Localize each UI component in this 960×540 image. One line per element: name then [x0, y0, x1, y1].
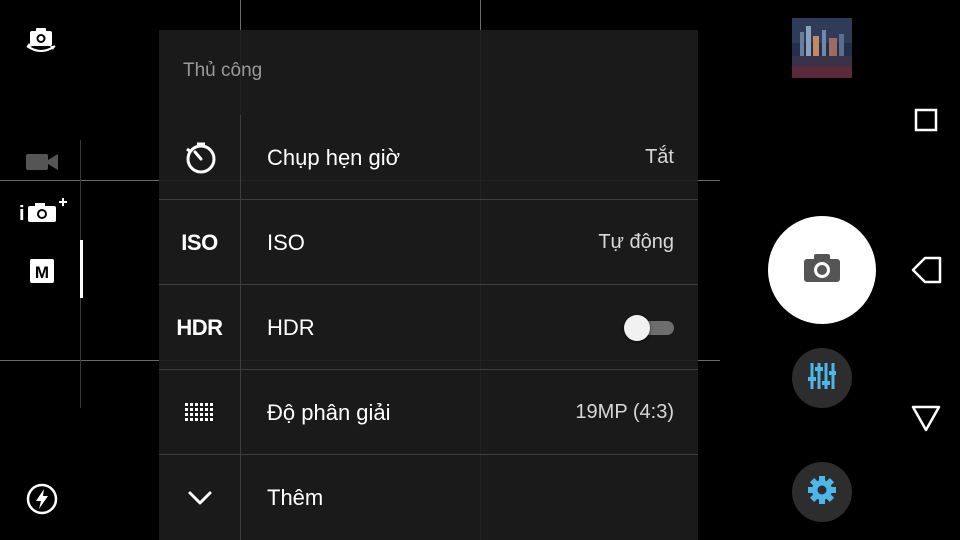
settings-row-label: Thêm	[267, 485, 324, 510]
settings-row-more[interactable]: Thêm	[159, 455, 698, 540]
settings-row-value: Tắt	[645, 146, 674, 168]
settings-row-value: 19MP (4:3)	[575, 401, 674, 423]
toggle-knob	[624, 315, 650, 341]
settings-row-label: Chụp hẹn giờ	[267, 145, 401, 170]
mode-divider-bottom	[80, 298, 81, 408]
mode-selection-indicator	[80, 240, 83, 298]
settings-row-self-timer[interactable]: Chụp hẹn giờ Tắt	[159, 115, 698, 200]
adjustments-button[interactable]	[792, 348, 852, 408]
mode-divider-top	[80, 140, 81, 240]
camera-shutter-icon	[803, 253, 841, 288]
gallery-thumbnail[interactable]	[792, 18, 852, 78]
switch-camera-icon[interactable]	[22, 26, 62, 58]
manual-mode-icon[interactable]: M	[29, 258, 55, 284]
settings-row-hdr[interactable]: HDR HDR	[159, 285, 698, 370]
settings-row-label: ISO	[267, 230, 305, 255]
settings-row-resolution[interactable]: Độ phân giải 19MP (4:3)	[159, 370, 698, 455]
video-camera-icon[interactable]	[24, 148, 60, 176]
home-triangle-icon[interactable]	[908, 402, 944, 434]
back-triangle-icon[interactable]	[908, 254, 944, 286]
resolution-grid-icon	[159, 370, 240, 455]
hdr-toggle[interactable]	[624, 315, 674, 341]
timer-icon	[159, 115, 240, 200]
recents-square-icon[interactable]	[912, 106, 940, 134]
camera-plus-icon[interactable]: i	[18, 196, 68, 226]
manual-settings-panel: Thủ công Chụp hẹn giờ Tắt ISO ISO Tự độn…	[159, 30, 698, 540]
gear-icon	[807, 475, 837, 510]
settings-row-iso[interactable]: ISO ISO Tự động	[159, 200, 698, 285]
iso-icon: ISO	[181, 229, 218, 255]
hdr-icon: HDR	[176, 314, 223, 340]
settings-button[interactable]	[792, 462, 852, 522]
settings-row-value: Tự động	[598, 231, 674, 253]
superior-auto-text: i	[19, 203, 25, 225]
sliders-icon	[808, 361, 837, 396]
settings-row-label: HDR	[267, 315, 315, 340]
chevron-down-icon	[159, 455, 240, 540]
settings-row-label: Độ phân giải	[267, 400, 391, 425]
manual-mode-text: M	[35, 263, 49, 282]
panel-title: Thủ công	[183, 60, 263, 81]
shutter-button[interactable]	[768, 216, 876, 324]
flash-auto-icon[interactable]	[25, 482, 59, 516]
